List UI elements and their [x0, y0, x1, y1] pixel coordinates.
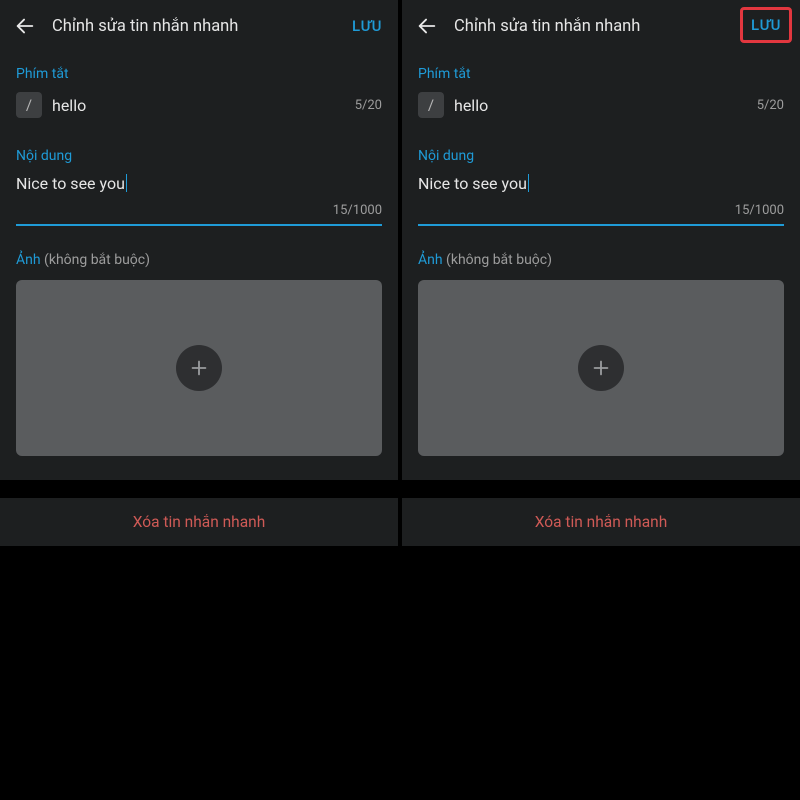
content-text: Nice to see you [16, 174, 125, 193]
section-divider [402, 480, 800, 498]
delete-quick-message-button[interactable]: Xóa tin nhắn nhanh [402, 498, 800, 546]
page-title: Chỉnh sửa tin nhắn nhanh [454, 17, 740, 36]
input-underline [418, 224, 784, 226]
shortcut-counter: 5/20 [355, 98, 382, 113]
add-image-button[interactable] [176, 345, 222, 391]
content-label: Nội dung [16, 148, 382, 164]
app-header: Chỉnh sửa tin nhắn nhanh LƯU [0, 0, 398, 52]
back-arrow-icon[interactable] [416, 15, 438, 37]
text-cursor [528, 174, 530, 192]
empty-area [402, 546, 800, 800]
section-divider [0, 480, 398, 498]
form-content: Phím tắt / hello 5/20 Nội dung Nice to s… [0, 52, 398, 480]
image-label-accent: Ảnh [418, 252, 443, 268]
image-upload-box[interactable] [16, 280, 382, 456]
image-label-accent: Ảnh [16, 252, 41, 268]
image-section-label: Ảnh (không bắt buộc) [418, 252, 784, 268]
save-button-highlighted[interactable]: LƯU [740, 7, 792, 43]
app-header: Chỉnh sửa tin nhắn nhanh LƯU [402, 0, 800, 52]
save-button[interactable]: LƯU [350, 13, 384, 39]
text-cursor [126, 174, 128, 192]
content-counter: 15/1000 [418, 203, 784, 218]
input-underline [16, 224, 382, 226]
image-label-muted: (không bắt buộc) [443, 252, 552, 268]
content-input[interactable]: Nice to see you [16, 174, 382, 195]
content-input[interactable]: Nice to see you [418, 174, 784, 195]
back-arrow-icon[interactable] [14, 15, 36, 37]
shortcut-counter: 5/20 [757, 98, 784, 113]
delete-quick-message-button[interactable]: Xóa tin nhắn nhanh [0, 498, 398, 546]
screen-left: Chỉnh sửa tin nhắn nhanh LƯU Phím tắt / … [0, 0, 398, 800]
empty-area [0, 546, 398, 800]
image-section-label: Ảnh (không bắt buộc) [16, 252, 382, 268]
image-label-muted: (không bắt buộc) [41, 252, 150, 268]
slash-icon: / [16, 92, 42, 118]
screen-right: Chỉnh sửa tin nhắn nhanh LƯU Phím tắt / … [402, 0, 800, 800]
shortcut-label: Phím tắt [16, 66, 382, 82]
shortcut-label: Phím tắt [418, 66, 784, 82]
slash-icon: / [418, 92, 444, 118]
content-text: Nice to see you [418, 174, 527, 193]
add-image-button[interactable] [578, 345, 624, 391]
shortcut-row: / hello 5/20 [16, 92, 382, 118]
content-counter: 15/1000 [16, 203, 382, 218]
page-title: Chỉnh sửa tin nhắn nhanh [52, 17, 350, 36]
form-content: Phím tắt / hello 5/20 Nội dung Nice to s… [402, 52, 800, 480]
shortcut-input[interactable]: hello [454, 96, 757, 115]
image-upload-box[interactable] [418, 280, 784, 456]
content-label: Nội dung [418, 148, 784, 164]
shortcut-input[interactable]: hello [52, 96, 355, 115]
shortcut-row: / hello 5/20 [418, 92, 784, 118]
